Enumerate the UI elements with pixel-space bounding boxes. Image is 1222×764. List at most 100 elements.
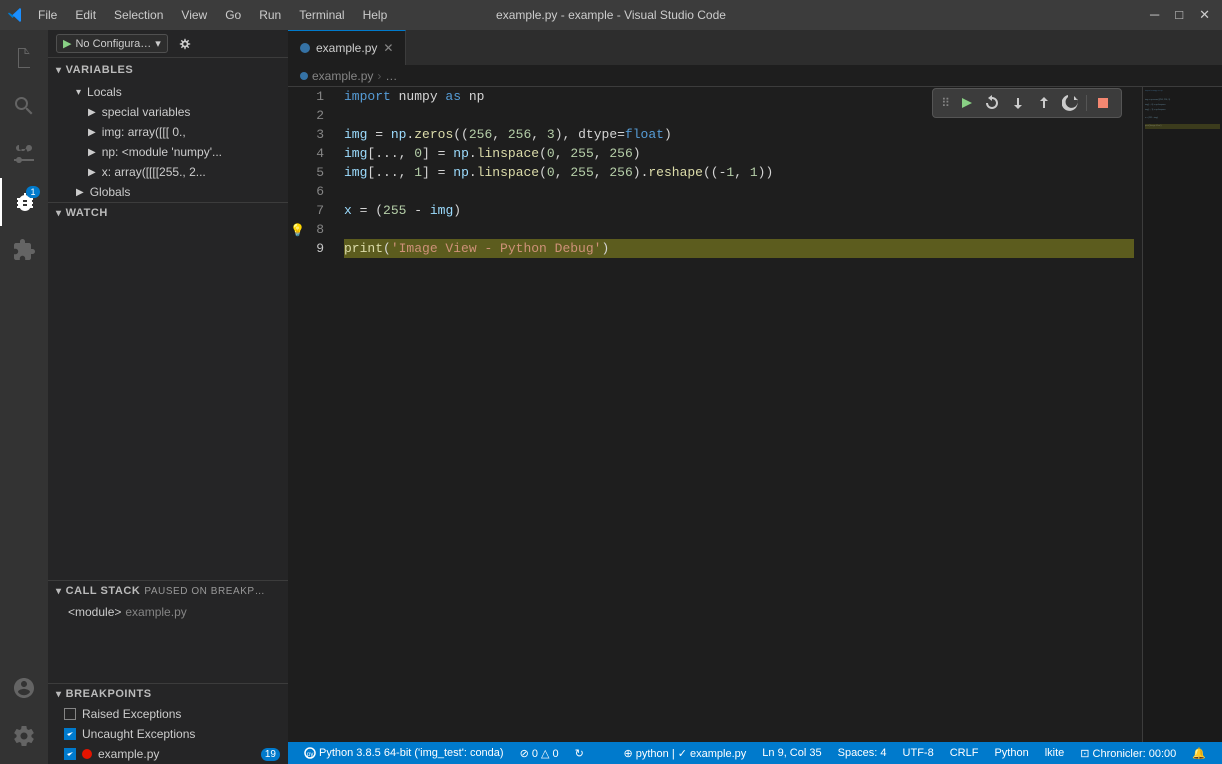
debug-settings-button[interactable] xyxy=(174,33,196,55)
main-layout: 1 ▶ No Configura… xyxy=(0,30,1222,764)
status-python-version[interactable]: py Python 3.8.5 64-bit ('img_test': cond… xyxy=(296,742,512,764)
code-content[interactable]: import numpy as np img = np.zeros((256, … xyxy=(336,87,1142,742)
variables-label: VARIABLES xyxy=(66,64,134,76)
debug-stop-button[interactable] xyxy=(1091,91,1115,115)
uncaught-exceptions-checkbox[interactable] xyxy=(64,728,76,740)
debug-step-into-button[interactable] xyxy=(1006,91,1030,115)
example-py-checkbox[interactable] xyxy=(64,748,76,760)
status-env-text: ⊕ python | ✓ example.py xyxy=(623,747,746,760)
variables-header[interactable]: ▾ VARIABLES xyxy=(48,58,288,82)
locals-item[interactable]: ▾ Locals xyxy=(48,82,288,102)
np-var-chevron: ▶ xyxy=(88,147,96,158)
menu-edit[interactable]: Edit xyxy=(67,6,104,24)
toolbar-drag-handle[interactable]: ⠿ xyxy=(939,96,952,110)
status-env[interactable]: ⊕ python | ✓ example.py xyxy=(615,747,754,760)
status-line-ending-text: CRLF xyxy=(950,747,979,759)
np-var-label: np: <module 'numpy'... xyxy=(102,145,222,159)
x-var-label: x: array([[[[255., 2... xyxy=(102,165,206,179)
tab-close-button[interactable]: ✕ xyxy=(383,41,393,55)
activity-settings[interactable] xyxy=(0,712,48,760)
editor-main: 1 2 3 4 5 6 7 💡 8 ➤ 9 imp xyxy=(288,87,1222,742)
debug-step-over-button[interactable] xyxy=(980,91,1004,115)
menu-terminal[interactable]: Terminal xyxy=(291,6,352,24)
editor-tab-example-py[interactable]: example.py ✕ xyxy=(288,30,406,65)
status-language[interactable]: Python xyxy=(986,747,1036,759)
status-spaces[interactable]: Spaces: 4 xyxy=(830,747,895,759)
svg-text:py: py xyxy=(307,752,313,758)
breadcrumb-filename[interactable]: example.py xyxy=(312,69,373,83)
uncaught-exceptions-item[interactable]: Uncaught Exceptions xyxy=(48,724,288,744)
menu-selection[interactable]: Selection xyxy=(106,6,171,24)
raised-exceptions-item[interactable]: Raised Exceptions xyxy=(48,704,288,724)
example-py-breakpoint-item[interactable]: example.py 19 xyxy=(48,744,288,764)
globals-chevron: ▶ xyxy=(76,187,84,198)
menu-run[interactable]: Run xyxy=(251,6,289,24)
code-line-5: img[..., 1] = np.linspace(0, 255, 256).r… xyxy=(344,163,1134,182)
menu-view[interactable]: View xyxy=(173,6,215,24)
debug-restart-button[interactable] xyxy=(1058,91,1082,115)
left-panel: ▶ No Configura… ▾ ▾ VARIABLES ▾ Locals ▶ xyxy=(48,30,288,764)
status-errors[interactable]: ⊘ 0 △ 0 xyxy=(512,742,567,764)
example-py-label: example.py xyxy=(98,747,159,761)
breakpoints-section: ▾ BREAKPOINTS Raised Exceptions Uncaught… xyxy=(48,683,288,764)
call-stack-badge: PAUSED ON BREAKP… xyxy=(144,586,265,597)
activity-account[interactable] xyxy=(0,664,48,712)
maximize-button[interactable]: □ xyxy=(1171,7,1187,23)
breadcrumb-more[interactable]: … xyxy=(385,69,397,83)
status-position[interactable]: Ln 9, Col 35 xyxy=(754,747,829,759)
python-file-icon xyxy=(300,43,310,53)
title-bar-left: File Edit Selection View Go Run Terminal… xyxy=(8,6,395,24)
call-stack-label: CALL STACK xyxy=(66,585,141,597)
python-version-text: Python 3.8.5 64-bit ('img_test': conda) xyxy=(319,747,504,759)
debug-step-out-button[interactable] xyxy=(1032,91,1056,115)
activity-explore[interactable] xyxy=(0,34,48,82)
menu-file[interactable]: File xyxy=(30,6,65,24)
breakpoint-count: 19 xyxy=(261,748,280,761)
raised-exceptions-checkbox[interactable] xyxy=(64,708,76,720)
img-var-item[interactable]: ▶ img: array([[[ 0., xyxy=(48,122,288,142)
status-line-ending[interactable]: CRLF xyxy=(942,747,987,759)
activity-extensions[interactable] xyxy=(0,226,48,274)
code-line-9: print('Image View - Python Debug') xyxy=(344,239,1134,258)
call-stack-frame-0[interactable]: <module> example.py xyxy=(48,601,288,623)
title-bar: File Edit Selection View Go Run Terminal… xyxy=(0,0,1222,30)
activity-bar-bottom xyxy=(0,664,48,764)
status-notifications[interactable]: 🔔 xyxy=(1184,747,1214,760)
code-line-6 xyxy=(344,182,1134,201)
menu-bar: File Edit Selection View Go Run Terminal… xyxy=(30,6,395,24)
close-button[interactable]: ✕ xyxy=(1195,7,1214,23)
frame-module-label: <module> xyxy=(68,605,121,619)
breakpoints-header[interactable]: ▾ BREAKPOINTS xyxy=(48,684,288,704)
watch-header[interactable]: ▾ WATCH xyxy=(48,203,288,223)
call-stack-header[interactable]: ▾ CALL STACK PAUSED ON BREAKP… xyxy=(48,581,288,601)
special-vars-item[interactable]: ▶ special variables xyxy=(48,102,288,122)
debug-continue-button[interactable] xyxy=(954,91,978,115)
x-var-chevron: ▶ xyxy=(88,167,96,178)
minimap-content: import numpy as np img = np.zeros((256, … xyxy=(1143,87,1222,742)
watch-chevron: ▾ xyxy=(56,208,62,219)
status-bar: py Python 3.8.5 64-bit ('img_test': cond… xyxy=(288,742,1222,764)
np-var-item[interactable]: ▶ np: <module 'numpy'... xyxy=(48,142,288,162)
python-status-icon: py xyxy=(304,747,316,759)
status-encoding[interactable]: UTF-8 xyxy=(895,747,942,759)
activity-debug[interactable]: 1 xyxy=(0,178,48,226)
watch-label: WATCH xyxy=(66,207,108,219)
status-chronicler[interactable]: ⊡ Chronicler: 00:00 xyxy=(1072,747,1184,760)
line-num-1: 1 xyxy=(288,87,324,106)
img-var-label: img: array([[[ 0., xyxy=(102,125,186,139)
breakpoints-chevron: ▾ xyxy=(56,689,62,700)
status-lkite[interactable]: lkite xyxy=(1037,747,1073,759)
activity-source-control[interactable] xyxy=(0,130,48,178)
menu-go[interactable]: Go xyxy=(217,6,249,24)
status-sync[interactable]: ↻ xyxy=(567,742,592,764)
right-panel: ⠿ xyxy=(288,30,1222,764)
x-var-item[interactable]: ▶ x: array([[[[255., 2... xyxy=(48,162,288,182)
title-bar-right: ─ □ ✕ xyxy=(1146,7,1214,23)
minimize-button[interactable]: ─ xyxy=(1146,7,1163,23)
globals-item[interactable]: ▶ Globals xyxy=(48,182,288,202)
code-line-8 xyxy=(344,220,1134,239)
debug-config-selector[interactable]: ▶ No Configura… ▾ xyxy=(56,34,168,53)
debug-toolbar: ▶ No Configura… ▾ xyxy=(48,30,288,58)
activity-search[interactable] xyxy=(0,82,48,130)
menu-help[interactable]: Help xyxy=(355,6,396,24)
